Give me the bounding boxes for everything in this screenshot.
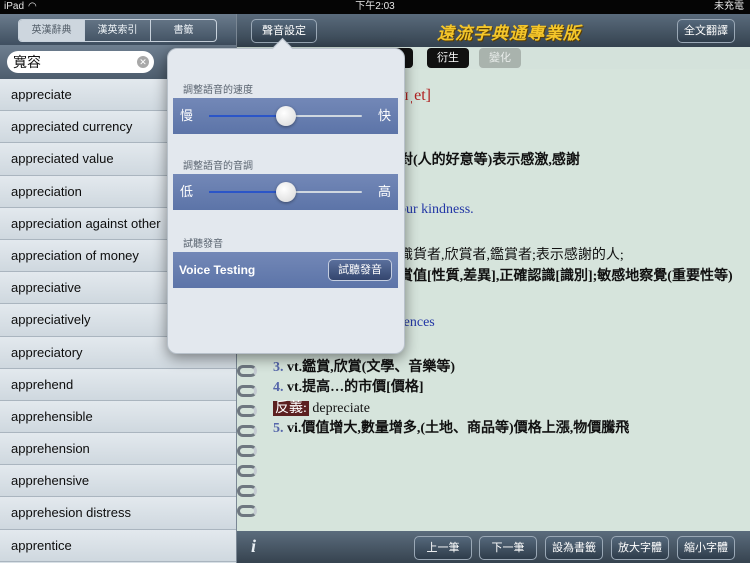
speed-slider-row: 慢 快 [173, 98, 398, 134]
segment-bookmarks[interactable]: 書籤 [151, 20, 216, 41]
segment-chinese-english-index[interactable]: 漢英索引 [85, 20, 151, 41]
pitch-slider-row: 低 高 [173, 174, 398, 210]
tab-derivatives[interactable]: 衍生 [427, 48, 469, 68]
segment-english-chinese[interactable]: 英漢辭典 [19, 20, 85, 41]
spiral-binding [237, 361, 261, 531]
antonym-word[interactable]: depreciate [312, 401, 370, 416]
voice-testing-row: Voice Testing 試聽發音 [173, 252, 398, 288]
sense-number: 3. [273, 360, 284, 375]
bottom-toolbar: i 上一筆 下一筆 設為書籤 放大字體 縮小字體 [237, 531, 750, 563]
antonym-label: 反義: [273, 401, 309, 416]
app-title: 遠流字典通專業版 [437, 24, 581, 43]
zoom-out-font-button[interactable]: 縮小字體 [677, 536, 735, 560]
battery-status: 未充電 [714, 1, 744, 12]
full-translate-button[interactable]: 全文翻譯 [677, 19, 735, 43]
binding-ring [237, 465, 257, 477]
definition-text: 識貨者,欣賞者,鑑賞者;表示感謝的人; [399, 248, 624, 263]
tab-inflections[interactable]: 變化 [479, 48, 521, 68]
definition-text: 對(人的好意等)表示感激,感謝 [399, 153, 580, 168]
previous-entry-button[interactable]: 上一筆 [414, 536, 472, 560]
sound-settings-popover: 調整語音的速度 慢 快 調整語音的音調 低 高 試聽發音 Voice Testi… [167, 37, 405, 354]
top-toolbar: 聲音設定 遠流字典通專業版 全文翻譯 [237, 14, 750, 47]
example-text: our kindness. [399, 202, 474, 217]
info-icon[interactable]: i [251, 536, 256, 557]
list-item[interactable]: apprehensible [0, 400, 236, 434]
search-query: 寬容 [13, 54, 41, 70]
speed-slider-fill [209, 115, 286, 117]
pitch-label: 調整語音的音調 [183, 161, 253, 172]
list-item[interactable]: apprehensive [0, 465, 236, 498]
list-item[interactable]: apprehesion distress [0, 497, 236, 530]
sidebar-header: 英漢辭典 漢英索引 書籤 [0, 14, 236, 45]
pitch-low-label: 低 [180, 184, 194, 199]
antonym-line: 反義: depreciate [273, 397, 370, 417]
sense-text: vt.提高…的市價[價格] [287, 380, 424, 395]
sense-4: 4. vt.提高…的市價[價格] [273, 376, 424, 396]
sense-number: 4. [273, 380, 284, 395]
dictionary-mode-control: 英漢辭典 漢英索引 書籤 [18, 19, 217, 42]
voice-testing-label: Voice Testing [179, 263, 256, 277]
binding-ring [237, 385, 257, 397]
speed-fast-label: 快 [377, 108, 391, 123]
binding-ring [237, 485, 257, 497]
binding-ring [237, 425, 257, 437]
zoom-in-font-button[interactable]: 放大字體 [611, 536, 669, 560]
sense-text: vi.價值增大,數量增多,(土地、商品等)價格上漲,物價騰飛 [287, 421, 630, 436]
binding-ring [237, 445, 257, 457]
pitch-slider-thumb[interactable] [275, 182, 296, 202]
sense-3: 3. vt.鑑賞,欣賞(文學、音樂等) [273, 356, 455, 376]
test-voice-label: 試聽發音 [183, 239, 223, 250]
next-entry-button[interactable]: 下一筆 [479, 536, 537, 560]
definition-text: 賞值[性質,差異],正確認識[識別];敏感地察覺(重要性等) [399, 269, 733, 284]
list-item[interactable]: apprentice [0, 529, 236, 562]
pitch-slider-fill [209, 191, 286, 193]
test-voice-button[interactable]: 試聽發音 [328, 259, 392, 281]
sense-text: vt.鑑賞,欣賞(文學、音樂等) [287, 360, 455, 375]
binding-ring [237, 405, 257, 417]
binding-ring [237, 365, 257, 377]
speed-slider-thumb[interactable] [275, 106, 296, 126]
search-input[interactable]: 寬容 ✕ [7, 51, 154, 73]
binding-ring [237, 505, 257, 517]
list-item[interactable]: apprehension [0, 433, 236, 466]
pitch-slider[interactable] [209, 182, 362, 202]
status-time: 下午2:03 [355, 1, 395, 12]
speed-slider[interactable] [209, 106, 362, 126]
speed-slow-label: 慢 [180, 108, 194, 123]
status-bar: iPad ◠ 下午2:03 未充電 [0, 0, 750, 14]
sense-number: 5. [273, 421, 284, 436]
add-bookmark-button[interactable]: 設為書籤 [545, 536, 603, 560]
sense-5: 5. vi.價值增大,數量增多,(土地、商品等)價格上漲,物價騰飛 [273, 417, 629, 437]
pitch-high-label: 高 [377, 184, 391, 199]
clear-icon[interactable]: ✕ [137, 56, 149, 68]
list-item[interactable]: apprehend [0, 368, 236, 401]
speed-label: 調整語音的速度 [183, 85, 253, 96]
